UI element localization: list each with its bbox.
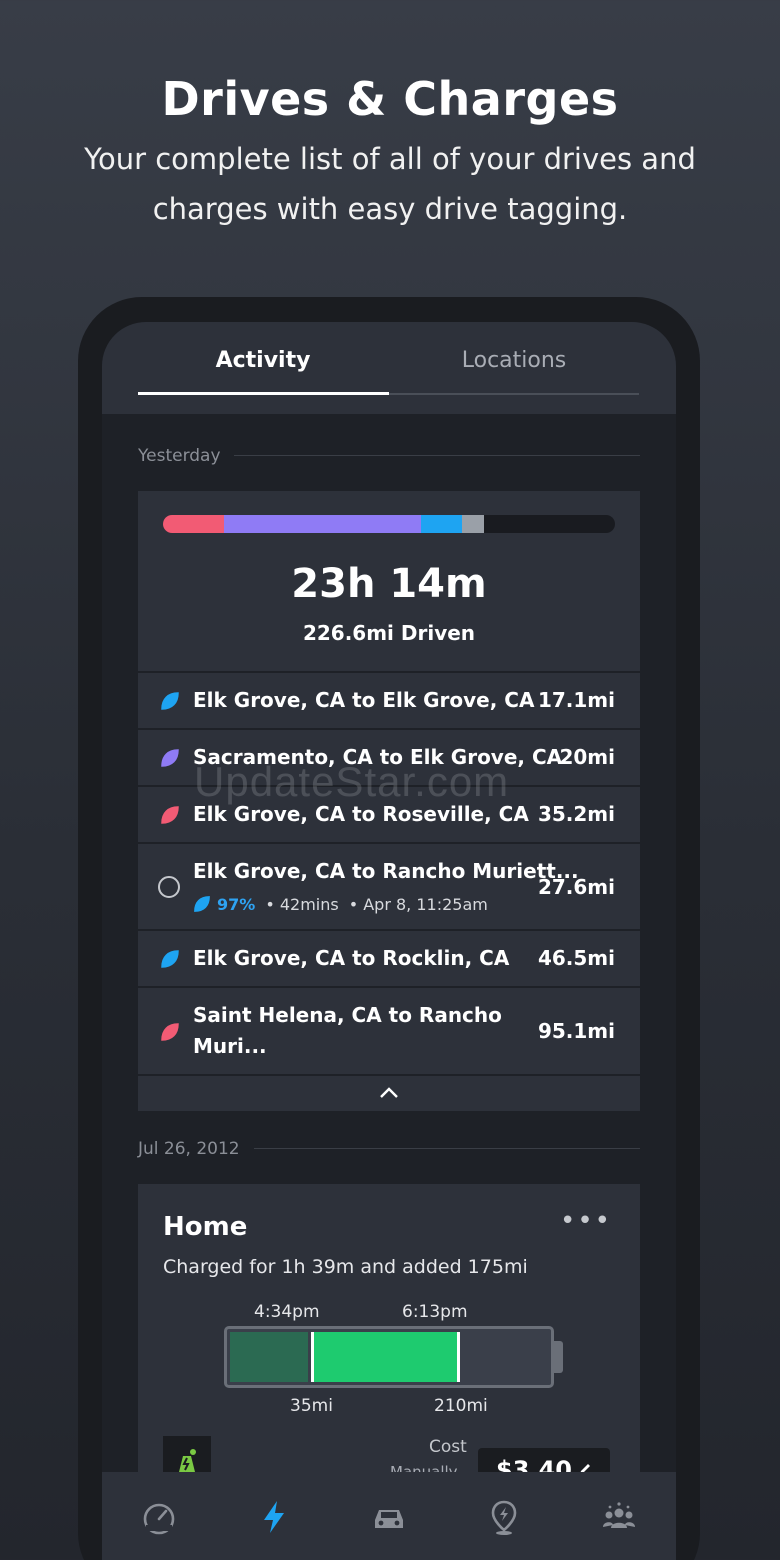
battery-gauge [224, 1326, 554, 1388]
watermark: UpdateStar.com [194, 758, 510, 805]
battery-added-charge [311, 1332, 460, 1382]
hero-subtitle: Your complete list of all of your drives… [84, 142, 696, 226]
drive-row[interactable]: Saint Helena, CA to Rancho Muri... 95.1m… [138, 986, 640, 1074]
charge-end-range: 210mi [434, 1396, 488, 1416]
cost-label: Cost [429, 1437, 467, 1457]
drive-distance: 35.2mi [537, 802, 615, 826]
car-icon[interactable] [370, 1498, 408, 1536]
drive-row[interactable]: Elk Grove, CA to Elk Grove, CA 17.1mi [138, 671, 640, 728]
more-options-icon[interactable]: ••• [560, 1206, 612, 1236]
drive-distance: 17.1mi [537, 688, 615, 712]
radio-icon[interactable] [158, 876, 180, 898]
drive-title-continued: Muri... [193, 1034, 267, 1058]
charger-icon [179, 1449, 196, 1472]
leaf-icon [161, 1023, 179, 1041]
leaf-icon [161, 806, 179, 824]
drive-duration: 42mins [279, 895, 339, 914]
charge-start-range: 35mi [290, 1396, 333, 1416]
leaf-icon [194, 896, 210, 912]
activity-bar-segment [421, 515, 462, 533]
drive-distance: 27.6mi [537, 875, 615, 899]
activity-bar-segment [462, 515, 484, 533]
drive-row[interactable]: Elk Grove, CA to Rocklin, CA 46.5mi [138, 929, 640, 986]
tab-locations[interactable]: Locations [389, 348, 639, 373]
drive-date: Apr 8, 11:25am [363, 895, 488, 914]
chevron-up-icon [380, 1087, 398, 1098]
battery-terminal [554, 1341, 563, 1373]
drive-title: Saint Helena, CA to Rancho [193, 1003, 502, 1027]
section-label-yesterday: Yesterday [138, 446, 221, 466]
bottom-navigation [102, 1472, 676, 1560]
app-screen: Activity Locations Yesterday 23h 14m 226… [102, 322, 676, 1560]
charge-description: Charged for 1h 39m and added 175mi [163, 1256, 528, 1278]
drive-meta: 97% • 42mins • Apr 8, 11:25am [193, 895, 488, 914]
leaf-icon [161, 950, 179, 968]
lightning-icon[interactable] [255, 1498, 293, 1536]
charge-location-title: Home [163, 1212, 248, 1242]
speedometer-icon[interactable] [140, 1498, 178, 1536]
total-time: 23h 14m [291, 561, 487, 607]
activity-bar-segment [224, 515, 421, 533]
meta-separator: • [348, 895, 359, 914]
section-divider [254, 1148, 640, 1149]
tab-activity[interactable]: Activity [138, 348, 388, 373]
drive-distance: 20mi [559, 745, 615, 769]
drive-title: Elk Grove, CA to Elk Grove, CA [193, 688, 535, 712]
section-label-date: Jul 26, 2012 [138, 1139, 240, 1159]
drive-row[interactable]: Elk Grove, CA to Rancho Muriett... 97% •… [138, 842, 640, 929]
section-divider [234, 455, 640, 456]
charge-start-time: 4:34pm [254, 1302, 320, 1322]
collapse-button[interactable] [138, 1074, 640, 1110]
hero-title: Drives & Charges [161, 72, 619, 126]
activity-bar-segment [163, 515, 224, 533]
total-distance: 226.6mi Driven [302, 621, 476, 645]
meta-separator: • [265, 895, 275, 914]
activity-bar [163, 515, 615, 533]
community-icon[interactable] [600, 1498, 638, 1536]
drive-distance: 46.5mi [537, 946, 615, 970]
leaf-icon [161, 692, 179, 710]
drive-title: Elk Grove, CA to Rancho Muriett... [193, 859, 579, 883]
battery-existing-charge [230, 1332, 308, 1382]
location-pin-icon[interactable] [485, 1498, 523, 1536]
charge-end-time: 6:13pm [402, 1302, 468, 1322]
charge-card[interactable]: Home ••• Charged for 1h 39m and added 17… [138, 1184, 640, 1492]
leaf-icon [161, 749, 179, 767]
drive-distance: 95.1mi [537, 1019, 615, 1043]
tab-bar: Activity Locations [102, 322, 676, 414]
tab-active-indicator [138, 392, 389, 395]
efficiency-percent: 97% [217, 895, 256, 914]
drive-title: Elk Grove, CA to Rocklin, CA [193, 946, 510, 970]
